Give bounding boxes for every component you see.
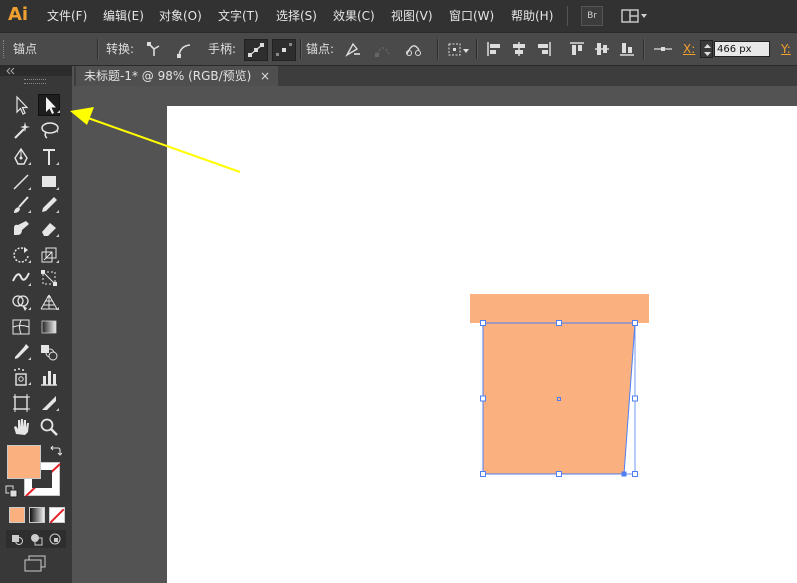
artwork-layer — [70, 107, 649, 477]
rim-rectangle[interactable] — [470, 294, 649, 323]
selected-anchor-point[interactable] — [621, 471, 627, 477]
annotation-arrow — [70, 107, 241, 173]
pot-body-shape[interactable] — [482, 322, 636, 475]
fill-swatch[interactable] — [7, 445, 41, 479]
